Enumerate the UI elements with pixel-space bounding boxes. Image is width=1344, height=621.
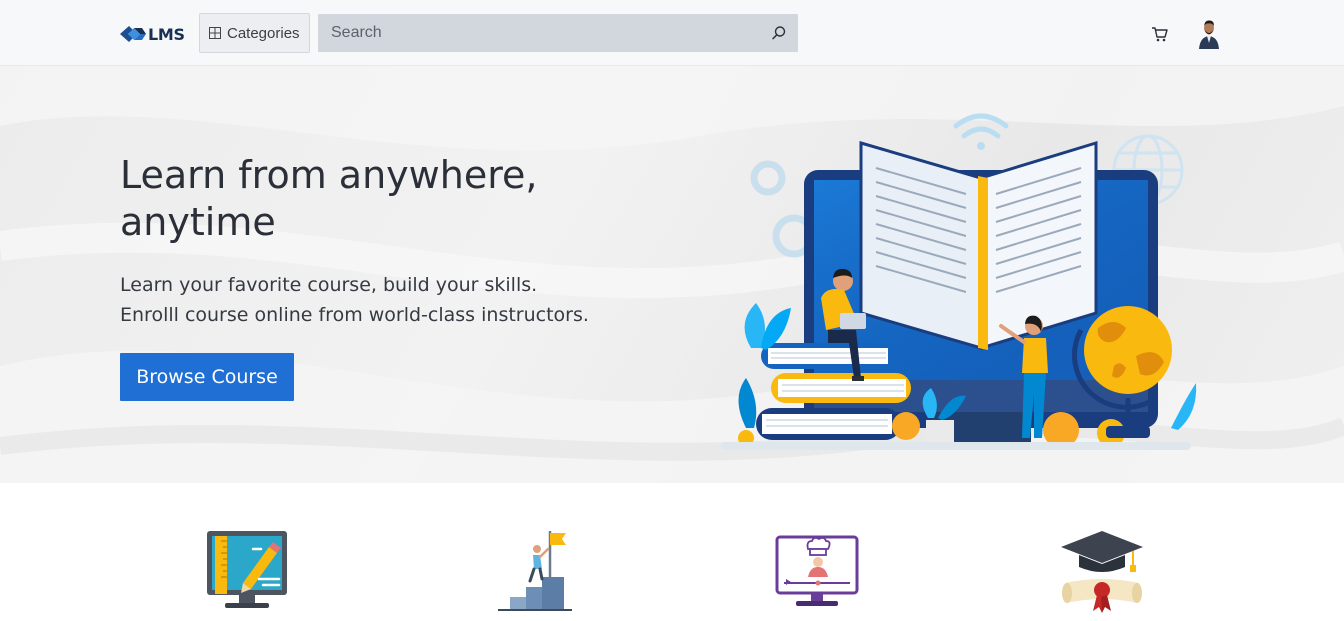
graduation-cap-icon[interactable] bbox=[1057, 527, 1147, 617]
lms-logo-icon bbox=[120, 26, 146, 42]
online-cooking-class-icon[interactable] bbox=[772, 527, 862, 617]
goal-flag-icon[interactable] bbox=[490, 527, 580, 617]
cart-icon[interactable] bbox=[1151, 25, 1169, 43]
logo-text: LMS bbox=[148, 24, 185, 44]
features-section bbox=[0, 483, 1344, 621]
hero-subtitle: Learn your favorite course, build your s… bbox=[120, 270, 680, 330]
hero-subtitle-line-1: Learn your favorite course, build your s… bbox=[120, 274, 538, 296]
design-monitor-icon[interactable] bbox=[203, 527, 293, 617]
top-navbar: LMS Categories bbox=[0, 0, 1344, 66]
stacked-books-illustration bbox=[756, 343, 911, 440]
search-icon[interactable] bbox=[770, 24, 788, 42]
search-bar bbox=[318, 14, 798, 52]
lms-logo[interactable]: LMS bbox=[120, 22, 185, 46]
online-learning-illustration bbox=[721, 113, 1197, 450]
hero-title: Learn from anywhere, anytime bbox=[120, 153, 538, 244]
user-avatar[interactable] bbox=[1196, 17, 1222, 49]
categories-label: Categories bbox=[227, 24, 300, 42]
grid-icon bbox=[209, 27, 221, 39]
gear-icon bbox=[750, 160, 816, 258]
wifi-icon bbox=[953, 113, 1009, 150]
floor-shadow bbox=[721, 442, 1191, 450]
hero-subtitle-line-2: Enrolll course online from world-class i… bbox=[120, 304, 589, 326]
hero-section: Learn from anywhere, anytime Learn your … bbox=[0, 66, 1344, 483]
search-input[interactable] bbox=[318, 14, 758, 52]
browse-course-button[interactable]: Browse Course bbox=[120, 353, 294, 401]
categories-button[interactable]: Categories bbox=[199, 13, 310, 53]
